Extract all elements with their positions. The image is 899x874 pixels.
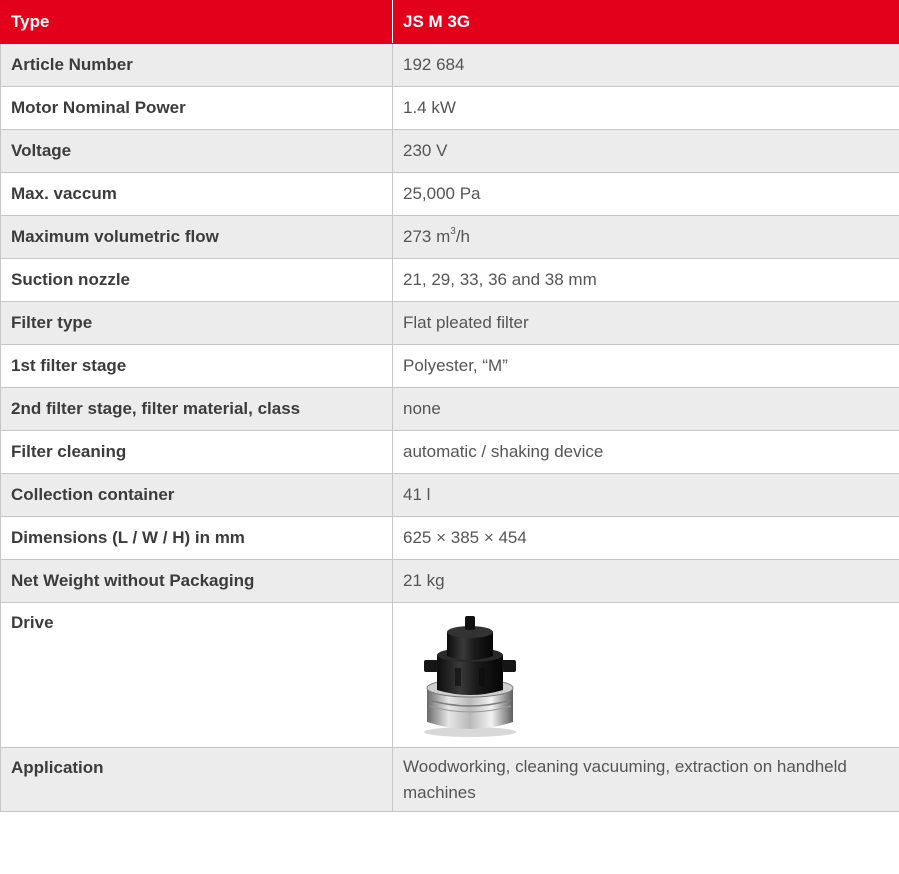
row-value: 230 V <box>392 129 899 173</box>
row-value: 1.4 kW <box>392 86 899 130</box>
row-value: none <box>392 387 899 431</box>
row-label: Application <box>0 747 393 812</box>
row-value <box>392 602 899 748</box>
table-row: Motor Nominal Power 1.4 kW <box>0 86 899 130</box>
row-value: 41 l <box>392 473 899 517</box>
table-row: Article Number 192 684 <box>0 43 899 87</box>
table-row: Net Weight without Packaging 21 kg <box>0 559 899 603</box>
table-row: 1st filter stage Polyester, “M” <box>0 344 899 388</box>
table-row: Collection container 41 l <box>0 473 899 517</box>
row-label: Net Weight without Packaging <box>0 559 393 603</box>
row-value: automatic / shaking device <box>392 430 899 474</box>
header-type-label: Type <box>0 0 393 44</box>
spec-table: Type JS M 3G Article Number 192 684 Moto… <box>0 0 899 812</box>
row-label: Drive <box>0 602 393 748</box>
flow-value-unit-tail: /h <box>455 227 470 246</box>
table-row: 2nd filter stage, filter material, class… <box>0 387 899 431</box>
row-label: Article Number <box>0 43 393 87</box>
row-value: Flat pleated filter <box>392 301 899 345</box>
row-value: 625 × 385 × 454 <box>392 516 899 560</box>
row-label: Max. vaccum <box>0 172 393 216</box>
table-row: Suction nozzle 21, 29, 33, 36 and 38 mm <box>0 258 899 302</box>
row-value: Polyester, “M” <box>392 344 899 388</box>
flow-value-exponent: 3 <box>450 226 456 238</box>
vacuum-motor-image <box>417 610 527 738</box>
row-value: 21, 29, 33, 36 and 38 mm <box>392 258 899 302</box>
row-label: Dimensions (L / W / H) in mm <box>0 516 393 560</box>
row-label: Voltage <box>0 129 393 173</box>
table-row: Voltage 230 V <box>0 129 899 173</box>
row-value: 273 m3/h <box>392 215 899 259</box>
table-row: Application Woodworking, cleaning vacuum… <box>0 747 899 812</box>
table-row: Max. vaccum 25,000 Pa <box>0 172 899 216</box>
table-row: Maximum volumetric flow 273 m3/h <box>0 215 899 259</box>
row-value: 192 684 <box>392 43 899 87</box>
row-value: 25,000 Pa <box>392 172 899 216</box>
table-row: Drive <box>0 602 899 748</box>
row-label: Filter cleaning <box>0 430 393 474</box>
flow-value-number: 273 m <box>403 227 451 246</box>
table-row: Filter cleaning automatic / shaking devi… <box>0 430 899 474</box>
row-label: Motor Nominal Power <box>0 86 393 130</box>
row-value: 21 kg <box>392 559 899 603</box>
row-label: Suction nozzle <box>0 258 393 302</box>
table-row: Filter type Flat pleated filter <box>0 301 899 345</box>
table-row: Dimensions (L / W / H) in mm 625 × 385 ×… <box>0 516 899 560</box>
row-label: Maximum volumetric flow <box>0 215 393 259</box>
row-label: Collection container <box>0 473 393 517</box>
row-value: Woodworking, cleaning vacuuming, extract… <box>392 747 899 812</box>
row-label: 1st filter stage <box>0 344 393 388</box>
header-model-name: JS M 3G <box>392 0 899 44</box>
row-label: Filter type <box>0 301 393 345</box>
row-label: 2nd filter stage, filter material, class <box>0 387 393 431</box>
table-header-row: Type JS M 3G <box>0 0 899 44</box>
